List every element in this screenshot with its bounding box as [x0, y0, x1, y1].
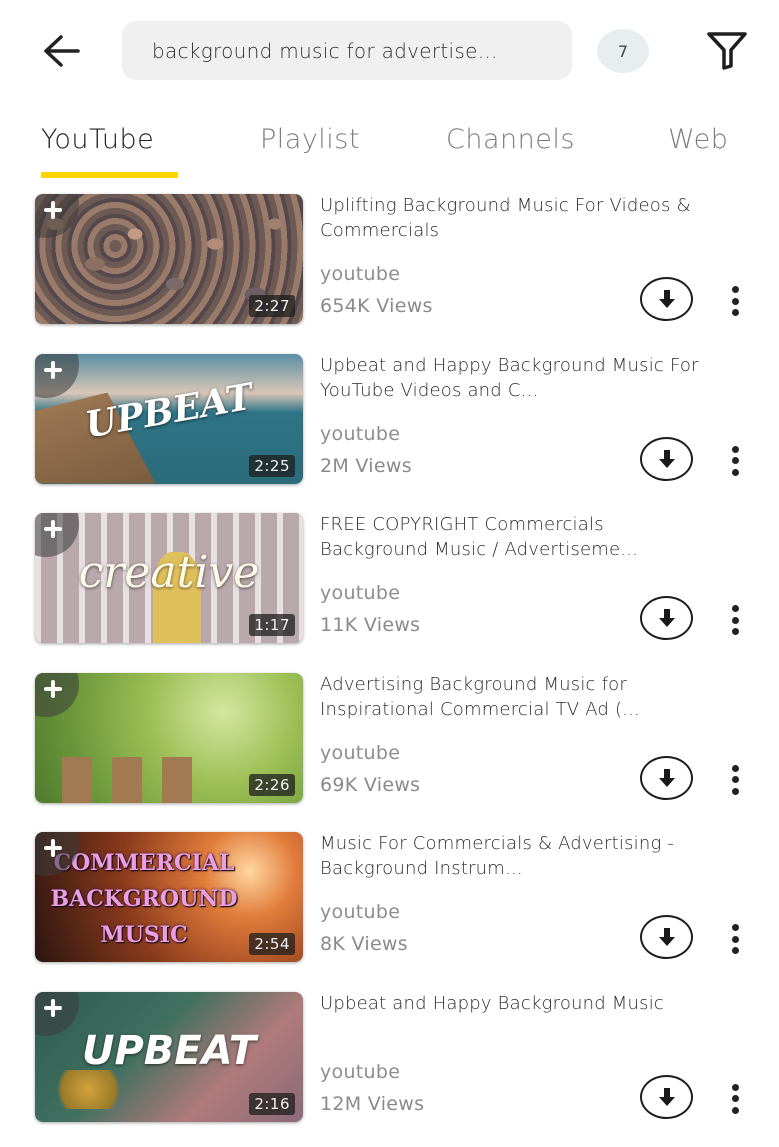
more-options-button[interactable] — [722, 283, 748, 319]
search-input[interactable]: background music for advertise... — [122, 21, 572, 80]
more-dot — [731, 309, 739, 316]
plus-icon[interactable] — [42, 199, 64, 221]
video-thumbnail[interactable]: creative 1:17 — [35, 513, 303, 643]
download-arrow-icon — [658, 449, 675, 468]
more-vertical-icon — [731, 924, 739, 931]
back-button[interactable] — [38, 28, 84, 74]
download-button[interactable] — [640, 915, 693, 959]
list-item[interactable]: creative 1:17 FREE COPYRIGHT Commercials… — [0, 512, 779, 672]
result-count-badge[interactable]: 7 — [597, 29, 649, 73]
more-dot — [731, 628, 739, 635]
duration-badge: 2:26 — [249, 773, 295, 796]
plus-icon[interactable] — [42, 518, 64, 540]
arrow-left-icon — [44, 35, 80, 67]
plus-icon[interactable] — [42, 837, 64, 859]
download-button[interactable] — [640, 277, 693, 321]
download-arrow-icon — [658, 1087, 675, 1106]
video-thumbnail[interactable]: COMMERCIAL BACKGROUND MUSIC 2:54 — [35, 832, 303, 962]
video-title[interactable]: FREE COPYRIGHT Commercials Background Mu… — [320, 512, 700, 562]
video-title[interactable]: Music For Commercials & Advertising - Ba… — [320, 831, 700, 881]
more-dot — [731, 787, 739, 795]
video-thumbnail[interactable]: UPBEAT 2:25 — [35, 353, 303, 484]
download-arrow-icon — [658, 609, 675, 627]
video-source: youtube — [320, 741, 401, 764]
search-query-text: background music for advertise... — [152, 38, 498, 63]
video-source: youtube — [320, 422, 401, 445]
more-options-button[interactable] — [722, 762, 748, 798]
list-item[interactable]: UPBEAT 2:16 Upbeat and Happy Background … — [0, 991, 779, 1147]
results-list: 2:27 Uplifting Background Music For Vide… — [0, 193, 779, 1147]
duration-badge: 1:17 — [249, 614, 295, 636]
more-dot — [731, 468, 739, 476]
filter-button[interactable] — [703, 28, 751, 72]
list-item[interactable]: COMMERCIAL BACKGROUND MUSIC 2:54 Music F… — [0, 831, 779, 991]
download-button[interactable] — [640, 755, 693, 800]
download-button[interactable] — [640, 1074, 693, 1119]
thumbnail-text: creative — [78, 546, 260, 598]
more-vertical-icon — [731, 605, 739, 612]
more-vertical-icon — [731, 764, 739, 772]
download-button[interactable] — [640, 436, 693, 481]
video-source: youtube — [320, 263, 401, 285]
thumbnail-text: UPBEAT — [81, 1027, 257, 1074]
video-title[interactable]: Upbeat and Happy Background Music For Yo… — [320, 353, 700, 403]
list-item[interactable]: UPBEAT 2:25 Upbeat and Happy Background … — [0, 353, 779, 513]
more-dot — [731, 457, 739, 464]
duration-badge: 2:27 — [249, 295, 295, 317]
more-dot — [731, 776, 739, 783]
video-thumbnail[interactable]: 2:27 — [35, 194, 303, 324]
tab-youtube[interactable]: YouTube — [41, 124, 154, 155]
plus-icon[interactable] — [42, 997, 64, 1019]
more-options-button[interactable] — [722, 921, 748, 957]
list-item[interactable]: 2:26 Advertising Background Music for In… — [0, 672, 779, 832]
video-thumbnail[interactable]: UPBEAT 2:16 — [35, 991, 303, 1122]
video-title[interactable]: Advertising Background Music for Inspira… — [320, 672, 700, 722]
more-dot — [731, 1095, 739, 1102]
tab-web[interactable]: Web — [668, 124, 728, 155]
more-dot — [731, 1106, 739, 1114]
thumbnail-text: COMMERCIAL BACKGROUND MUSIC — [50, 850, 238, 948]
more-vertical-icon — [731, 1083, 739, 1091]
tab-playlist[interactable]: Playlist — [260, 124, 360, 155]
tab-bar: YouTube Playlist Channels Web — [0, 110, 779, 180]
video-source: youtube — [320, 1060, 401, 1083]
more-options-button[interactable] — [722, 602, 748, 638]
download-arrow-icon — [658, 290, 675, 308]
download-arrow-icon — [658, 928, 675, 946]
more-vertical-icon — [731, 445, 739, 453]
tab-channels[interactable]: Channels — [446, 124, 575, 155]
duration-badge: 2:54 — [249, 933, 295, 955]
more-dot — [731, 947, 739, 954]
video-thumbnail[interactable]: 2:26 — [35, 672, 303, 803]
video-source: youtube — [320, 901, 401, 923]
plus-icon[interactable] — [42, 678, 64, 700]
video-title[interactable]: Uplifting Background Music For Videos & … — [320, 193, 700, 243]
filter-funnel-icon — [707, 32, 747, 70]
video-title[interactable]: Upbeat and Happy Background Music — [320, 991, 700, 1041]
more-dot — [731, 297, 739, 305]
more-vertical-icon — [731, 286, 739, 293]
download-arrow-icon — [658, 768, 675, 787]
more-dot — [731, 616, 739, 624]
more-dot — [731, 935, 739, 943]
top-bar: background music for advertise... 7 — [0, 0, 779, 100]
duration-badge: 2:25 — [249, 454, 295, 477]
duration-badge: 2:16 — [249, 1092, 295, 1115]
active-tab-indicator — [41, 172, 178, 178]
plus-icon[interactable] — [42, 359, 64, 381]
list-item[interactable]: 2:27 Uplifting Background Music For Vide… — [0, 193, 779, 353]
download-button[interactable] — [640, 596, 693, 640]
more-options-button[interactable] — [722, 1081, 748, 1117]
more-options-button[interactable] — [722, 443, 748, 479]
video-source: youtube — [320, 582, 401, 604]
